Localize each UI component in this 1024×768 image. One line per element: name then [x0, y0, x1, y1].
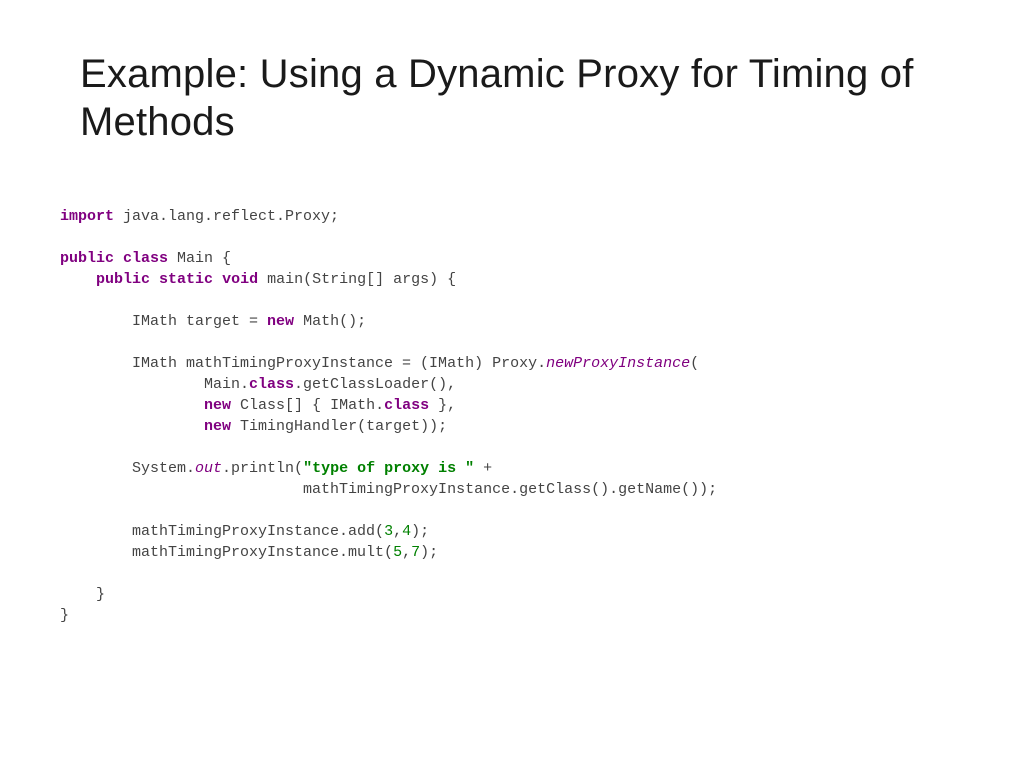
sysout-out: out — [195, 460, 222, 477]
target-line-a: IMath target = — [60, 313, 267, 330]
close1: ); — [411, 523, 429, 540]
newproxy-call: newProxyInstance — [546, 355, 690, 372]
slide-title: Example: Using a Dynamic Proxy for Timin… — [80, 50, 944, 146]
comma2: , — [402, 544, 411, 561]
target-line-b: Math(); — [294, 313, 366, 330]
keyword-public: public — [60, 250, 114, 267]
mult-a: mathTimingProxyInstance.mult( — [60, 544, 393, 561]
proxy-decl: IMath mathTimingProxyInstance = (IMath) … — [60, 355, 546, 372]
close2: ); — [420, 544, 438, 561]
slide-container: Example: Using a Dynamic Proxy for Timin… — [0, 0, 1024, 768]
loader-b: .getClassLoader(), — [294, 376, 456, 393]
keyword-class2: class — [249, 376, 294, 393]
keyword-class3: class — [384, 397, 429, 414]
keyword-new: new — [267, 313, 294, 330]
string-literal: "type of proxy is " — [303, 460, 474, 477]
keyword-static: static — [159, 271, 213, 288]
class-decl: Main { — [168, 250, 231, 267]
code-block: import java.lang.reflect.Proxy; public c… — [60, 206, 944, 626]
sysout-c: + — [474, 460, 501, 477]
clsarr-b: Class[] { IMath. — [231, 397, 384, 414]
num-7: 7 — [411, 544, 420, 561]
keyword-new2: new — [204, 397, 231, 414]
brace-close2: } — [60, 607, 69, 624]
sysout-a: System. — [60, 460, 195, 477]
keyword-new3: new — [204, 418, 231, 435]
comma1: , — [393, 523, 402, 540]
keyword-import: import — [60, 208, 114, 225]
clsarr-a — [60, 397, 204, 414]
paren: ( — [690, 355, 699, 372]
add-a: mathTimingProxyInstance.add( — [60, 523, 384, 540]
clsarr-c: }, — [429, 397, 456, 414]
handler-b: TimingHandler(target)); — [231, 418, 447, 435]
keyword-class: class — [123, 250, 168, 267]
main-sig: main(String[] args) { — [258, 271, 456, 288]
num-5: 5 — [393, 544, 402, 561]
num-4: 4 — [402, 523, 411, 540]
import-package: java.lang.reflect.Proxy; — [114, 208, 339, 225]
sysout-b: .println( — [222, 460, 303, 477]
keyword-void: void — [222, 271, 258, 288]
brace-close1: } — [60, 586, 105, 603]
sysout-d: mathTimingProxyInstance.getClass().getNa… — [60, 481, 717, 498]
handler-a — [60, 418, 204, 435]
loader-a: Main. — [60, 376, 249, 393]
keyword-public: public — [96, 271, 150, 288]
num-3: 3 — [384, 523, 393, 540]
